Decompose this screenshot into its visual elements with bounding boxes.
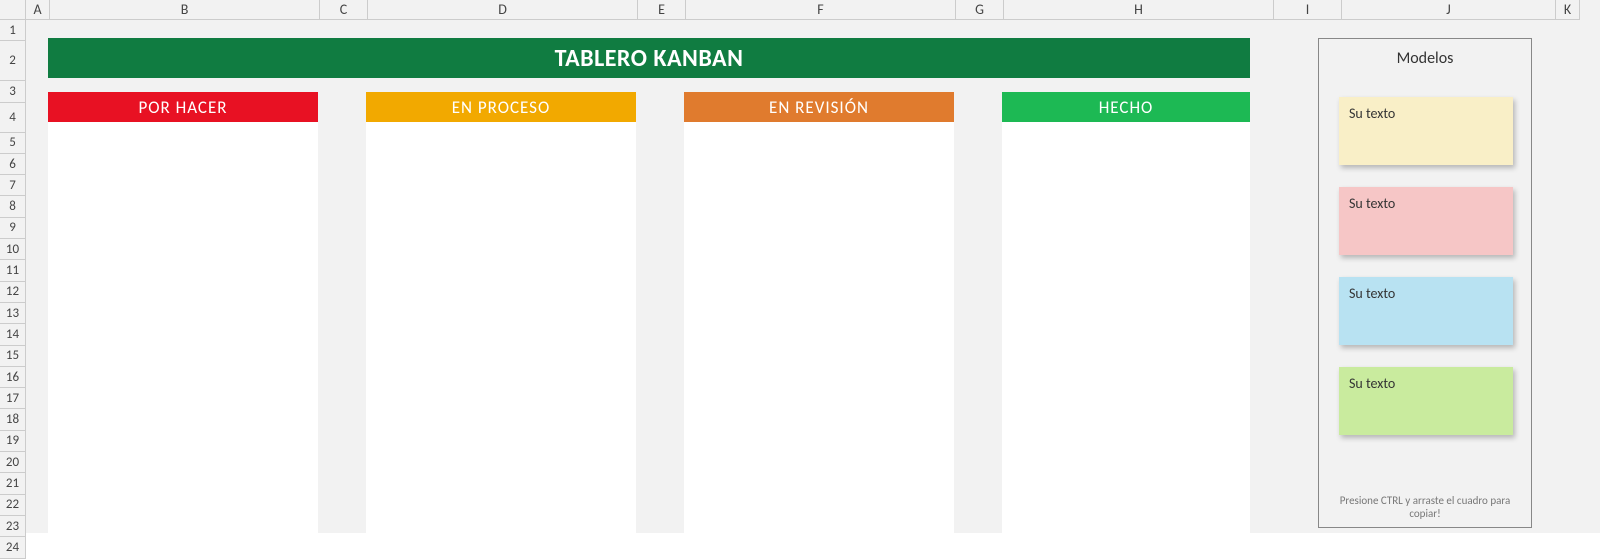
column-header-B[interactable]: B xyxy=(50,0,320,20)
column-header-H[interactable]: H xyxy=(1004,0,1274,20)
row-header-10[interactable]: 10 xyxy=(0,239,26,260)
row-header-1[interactable]: 1 xyxy=(0,20,26,41)
sticky-note-text: Su texto xyxy=(1349,375,1395,392)
sticky-note-1[interactable]: Su texto xyxy=(1339,187,1513,255)
column-header-C[interactable]: C xyxy=(320,0,368,20)
spreadsheet-grid: ABCDEFGHIJK 1234567891011121314151617181… xyxy=(0,0,1600,533)
sticky-note-text: Su texto xyxy=(1349,195,1395,212)
column-header-A[interactable]: A xyxy=(26,0,50,20)
row-header-12[interactable]: 12 xyxy=(0,282,26,303)
column-header-G[interactable]: G xyxy=(956,0,1004,20)
sticky-note-text: Su texto xyxy=(1349,285,1395,302)
kanban-column-body-1[interactable] xyxy=(366,122,636,533)
column-header-D[interactable]: D xyxy=(368,0,638,20)
row-header-22[interactable]: 22 xyxy=(0,495,26,516)
row-header-9[interactable]: 9 xyxy=(0,218,26,239)
row-header-5[interactable]: 5 xyxy=(0,133,26,154)
column-headers-row: ABCDEFGHIJK xyxy=(0,0,1600,20)
models-panel-title: Modelos xyxy=(1319,39,1531,79)
kanban-header-1: EN PROCESO xyxy=(366,92,636,122)
kanban-title-text: TABLERO KANBAN xyxy=(555,44,744,73)
kanban-header-2: EN REVISIÓN xyxy=(684,92,954,122)
row-header-14[interactable]: 14 xyxy=(0,324,26,345)
kanban-header-label: EN REVISIÓN xyxy=(769,97,869,118)
row-header-13[interactable]: 13 xyxy=(0,303,26,324)
row-header-20[interactable]: 20 xyxy=(0,452,26,473)
models-hint-text: Presione CTRL y arraste el cuadro para c… xyxy=(1325,494,1525,522)
row-headers: 123456789101112131415161718192021222324 xyxy=(0,20,26,559)
row-header-17[interactable]: 17 xyxy=(0,388,26,409)
row-header-3[interactable]: 3 xyxy=(0,81,26,102)
kanban-column-body-2[interactable] xyxy=(684,122,954,533)
row-header-6[interactable]: 6 xyxy=(0,154,26,175)
row-header-18[interactable]: 18 xyxy=(0,409,26,430)
row-header-2[interactable]: 2 xyxy=(0,41,26,81)
kanban-header-label: EN PROCESO xyxy=(452,97,551,118)
sticky-note-3[interactable]: Su texto xyxy=(1339,367,1513,435)
row-header-11[interactable]: 11 xyxy=(0,260,26,281)
row-header-19[interactable]: 19 xyxy=(0,431,26,452)
column-header-I[interactable]: I xyxy=(1274,0,1342,20)
models-title-text: Modelos xyxy=(1397,49,1454,68)
models-panel: Modelos Su texto Su texto Su texto Su texto… xyxy=(1318,38,1532,528)
row-header-24[interactable]: 24 xyxy=(0,537,26,558)
row-header-16[interactable]: 16 xyxy=(0,367,26,388)
kanban-header-0: POR HACER xyxy=(48,92,318,122)
sticky-note-2[interactable]: Su texto xyxy=(1339,277,1513,345)
kanban-header-label: HECHO xyxy=(1099,97,1154,118)
row-header-4[interactable]: 4 xyxy=(0,103,26,133)
column-header-F[interactable]: F xyxy=(686,0,956,20)
kanban-column-body-0[interactable] xyxy=(48,122,318,533)
kanban-column-body-3[interactable] xyxy=(1002,122,1250,533)
sticky-note-text: Su texto xyxy=(1349,105,1395,122)
kanban-header-label: POR HACER xyxy=(138,97,227,118)
row-header-8[interactable]: 8 xyxy=(0,196,26,217)
row-header-21[interactable]: 21 xyxy=(0,473,26,494)
column-header-E[interactable]: E xyxy=(638,0,686,20)
row-header-23[interactable]: 23 xyxy=(0,516,26,537)
kanban-header-3: HECHO xyxy=(1002,92,1250,122)
select-all-corner[interactable] xyxy=(0,0,26,20)
column-header-K[interactable]: K xyxy=(1556,0,1580,20)
row-header-15[interactable]: 15 xyxy=(0,346,26,367)
column-header-J[interactable]: J xyxy=(1342,0,1556,20)
kanban-title-banner: TABLERO KANBAN xyxy=(48,38,1250,78)
sticky-note-0[interactable]: Su texto xyxy=(1339,97,1513,165)
row-header-7[interactable]: 7 xyxy=(0,175,26,196)
